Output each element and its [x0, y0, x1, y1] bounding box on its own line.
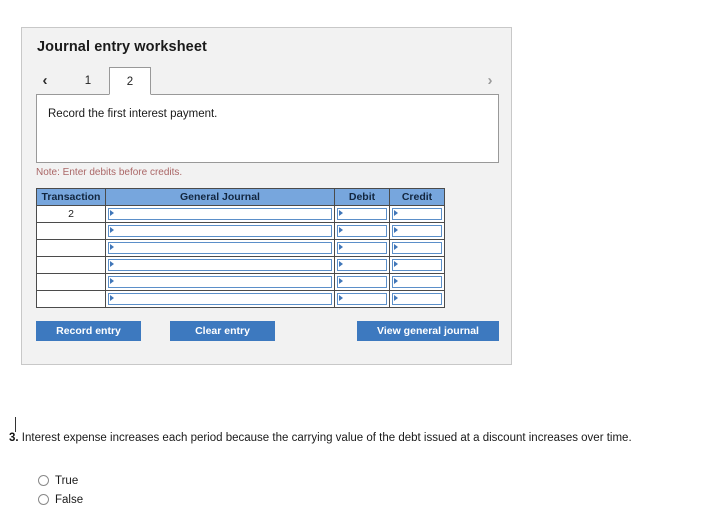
- text-cursor-caret: [15, 417, 16, 432]
- entry-prompt-text: Record the first interest payment.: [48, 108, 218, 120]
- debit-cell: [334, 273, 390, 291]
- debit-input-row-6[interactable]: [337, 293, 387, 305]
- credit-input-row-3[interactable]: [392, 242, 442, 254]
- chevron-left-icon[interactable]: ‹: [36, 71, 54, 91]
- question-statement: 3. Interest expense increases each perio…: [9, 432, 704, 444]
- general-journal-input-row-5[interactable]: [108, 276, 332, 288]
- credit-cell: [389, 239, 445, 257]
- column-header-transaction: Transaction: [36, 188, 106, 206]
- option-label-true: True: [55, 474, 79, 487]
- column-header-general-journal: General Journal: [105, 188, 335, 206]
- chevron-right-icon[interactable]: ›: [481, 71, 499, 91]
- credit-input-row-1[interactable]: [392, 208, 442, 220]
- table-header-row: Transaction General Journal Debit Credit: [36, 188, 445, 206]
- debit-cell: [334, 290, 390, 308]
- table-row: [36, 290, 445, 308]
- debit-input-row-5[interactable]: [337, 276, 387, 288]
- question-number: 3.: [9, 432, 19, 444]
- tab-2[interactable]: 2: [109, 67, 151, 95]
- record-entry-button[interactable]: Record entry: [36, 321, 141, 341]
- table-row: [36, 222, 445, 240]
- credit-cell: [389, 273, 445, 291]
- option-false[interactable]: False: [38, 490, 83, 509]
- worksheet-tab-strip: ‹ 1 2 ›: [36, 67, 499, 95]
- table-row: 2: [36, 205, 445, 223]
- debit-input-row-2[interactable]: [337, 225, 387, 237]
- transaction-number: 2: [68, 208, 74, 220]
- debit-cell: [334, 239, 390, 257]
- credit-cell: [389, 290, 445, 308]
- credit-input-row-6[interactable]: [392, 293, 442, 305]
- option-true[interactable]: True: [38, 471, 83, 490]
- general-journal-cell: [105, 256, 335, 274]
- transaction-cell: [36, 222, 106, 240]
- page-root: Journal entry worksheet ‹ 1 2 › Record t…: [0, 0, 713, 526]
- tab-1[interactable]: 1: [67, 67, 109, 95]
- transaction-cell: [36, 239, 106, 257]
- debit-input-row-4[interactable]: [337, 259, 387, 271]
- page-title: Journal entry worksheet: [37, 39, 207, 55]
- entry-prompt-box: Record the first interest payment.: [36, 94, 499, 163]
- credit-input-row-4[interactable]: [392, 259, 442, 271]
- column-header-credit: Credit: [389, 188, 445, 206]
- radio-button-icon-true[interactable]: [38, 475, 49, 486]
- debit-input-row-1[interactable]: [337, 208, 387, 220]
- general-journal-cell: [105, 273, 335, 291]
- general-journal-cell: [105, 290, 335, 308]
- table-row: [36, 273, 445, 291]
- transaction-cell: 2: [36, 205, 106, 223]
- table-row: [36, 239, 445, 257]
- option-label-false: False: [55, 493, 84, 506]
- journal-entry-table: Transaction General Journal Debit Credit…: [36, 188, 445, 308]
- transaction-cell: [36, 273, 106, 291]
- credit-input-row-2[interactable]: [392, 225, 442, 237]
- debit-cell: [334, 222, 390, 240]
- journal-entry-worksheet-panel: Journal entry worksheet ‹ 1 2 › Record t…: [21, 27, 512, 365]
- general-journal-input-row-6[interactable]: [108, 293, 332, 305]
- column-header-debit: Debit: [334, 188, 390, 206]
- general-journal-cell: [105, 239, 335, 257]
- transaction-cell: [36, 256, 106, 274]
- general-journal-input-row-4[interactable]: [108, 259, 332, 271]
- general-journal-cell: [105, 205, 335, 223]
- answer-options-group: True False: [38, 471, 83, 509]
- view-general-journal-button[interactable]: View general journal: [357, 321, 499, 341]
- general-journal-input-row-2[interactable]: [108, 225, 332, 237]
- table-row: [36, 256, 445, 274]
- debit-cell: [334, 205, 390, 223]
- debits-before-credits-note: Note: Enter debits before credits.: [36, 167, 183, 178]
- debit-input-row-3[interactable]: [337, 242, 387, 254]
- radio-button-icon-false[interactable]: [38, 494, 49, 505]
- general-journal-input-row-1[interactable]: [108, 208, 332, 220]
- clear-entry-button[interactable]: Clear entry: [170, 321, 275, 341]
- credit-cell: [389, 205, 445, 223]
- credit-cell: [389, 222, 445, 240]
- general-journal-input-row-3[interactable]: [108, 242, 332, 254]
- debit-cell: [334, 256, 390, 274]
- credit-input-row-5[interactable]: [392, 276, 442, 288]
- general-journal-cell: [105, 222, 335, 240]
- transaction-cell: [36, 290, 106, 308]
- credit-cell: [389, 256, 445, 274]
- question-text: Interest expense increases each period b…: [21, 432, 632, 444]
